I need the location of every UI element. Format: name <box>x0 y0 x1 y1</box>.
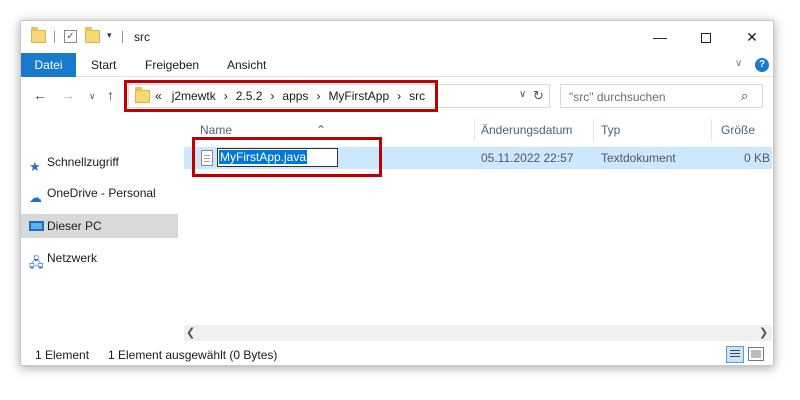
breadcrumb-item-src[interactable]: src <box>409 85 425 107</box>
sort-ascending-icon: ⌃ <box>316 123 327 137</box>
new-folder-icon[interactable] <box>85 27 100 43</box>
address-dropdown-chevron-icon[interactable]: ∨ <box>519 89 526 100</box>
navigation-bar: ← → ∨ ↑ « › j2mewtk › 2.5.2 › apps › MyF… <box>21 77 773 115</box>
status-selection: 1 Element ausgewählt (0 Bytes) <box>108 348 278 362</box>
breadcrumb-overflow[interactable]: « <box>155 85 162 107</box>
breadcrumb-separator[interactable]: › <box>397 85 401 107</box>
search-input[interactable]: "src" durchsuchen <box>569 90 666 104</box>
horizontal-scrollbar[interactable]: ❮ ❯ <box>184 325 772 341</box>
sidebar-item-netzwerk[interactable]: 🖧 Netzwerk <box>21 246 178 270</box>
details-view-icon[interactable] <box>726 346 744 363</box>
file-size: 0 KB <box>744 151 771 165</box>
breadcrumb-separator[interactable]: › <box>316 85 320 107</box>
column-header-name[interactable]: Name <box>200 123 232 137</box>
maximize-icon <box>701 33 711 44</box>
up-button[interactable]: ↑ <box>107 87 114 103</box>
column-divider[interactable] <box>711 119 712 141</box>
toolbar-separator <box>122 31 123 43</box>
toolbar-separator <box>54 31 55 43</box>
sidebar-item-label: Netzwerk <box>47 251 98 265</box>
tab-freigeben[interactable]: Freigeben <box>145 53 199 77</box>
quick-access-dropdown-icon[interactable]: ▾ <box>107 30 112 41</box>
column-header-modified[interactable]: Änderungsdatum <box>481 123 572 137</box>
sidebar-item-schnellzugriff[interactable]: ★ Schnellzugriff <box>21 150 178 174</box>
rename-input[interactable]: MyFirstApp.java <box>217 148 338 167</box>
close-button[interactable]: ✕ <box>729 21 775 53</box>
network-icon: 🖧 <box>29 255 44 270</box>
rename-input-text: MyFirstApp.java <box>219 150 308 164</box>
status-item-count: 1 Element <box>35 348 90 362</box>
sidebar-item-label: Schnellzugriff <box>47 155 119 169</box>
large-icons-view-icon[interactable] <box>748 347 764 361</box>
maximize-button[interactable] <box>683 21 729 53</box>
sidebar-item-label: OneDrive - Personal <box>47 186 156 200</box>
breadcrumb-item-apps[interactable]: apps <box>282 85 308 107</box>
file-type: Textdokument <box>601 151 676 165</box>
navigation-pane: ★ Schnellzugriff ☁ OneDrive - Personal D… <box>21 115 181 341</box>
tab-datei[interactable]: Datei <box>21 53 76 77</box>
file-row[interactable]: MyFirstApp.java 05.11.2022 22:57 Textdok… <box>184 147 772 169</box>
column-header-size[interactable]: Größe <box>721 123 755 137</box>
status-bar: 1 Element 1 Element ausgewählt (0 Bytes) <box>21 343 773 367</box>
ribbon-tabs: Datei Start Freigeben Ansicht ∨ ? <box>21 53 773 77</box>
column-header-type[interactable]: Typ <box>601 123 620 137</box>
tab-start[interactable]: Start <box>91 53 116 77</box>
folder-icon <box>31 27 46 43</box>
file-list: ⌃ Name Änderungsdatum Typ Größe MyFirstA… <box>184 115 772 341</box>
search-box[interactable]: "src" durchsuchen ⌕ <box>560 84 763 108</box>
cloud-icon: ☁ <box>29 190 42 205</box>
text-document-icon <box>201 150 213 166</box>
breadcrumb-separator[interactable]: › <box>224 85 228 107</box>
forward-button[interactable]: → <box>61 87 75 103</box>
column-divider[interactable] <box>474 119 475 141</box>
back-button[interactable]: ← <box>33 87 47 103</box>
breadcrumb-item-2-5-2[interactable]: 2.5.2 <box>236 85 263 107</box>
computer-icon <box>29 221 44 231</box>
scroll-left-icon[interactable]: ❮ <box>186 326 195 339</box>
breadcrumb: « › j2mewtk › 2.5.2 › apps › MyFirstApp … <box>155 85 425 107</box>
search-icon: ⌕ <box>741 88 749 103</box>
star-icon: ★ <box>29 159 41 174</box>
sidebar-item-onedrive[interactable]: ☁ OneDrive - Personal <box>21 181 178 205</box>
file-modified-date: 05.11.2022 22:57 <box>481 151 574 165</box>
minimize-button[interactable]: — <box>637 21 683 53</box>
scroll-right-icon[interactable]: ❯ <box>759 326 768 339</box>
recent-locations-chevron-icon[interactable]: ∨ <box>89 91 96 102</box>
tab-ansicht[interactable]: Ansicht <box>227 53 266 77</box>
properties-icon[interactable]: ✓ <box>64 30 77 43</box>
file-explorer-window: ✓ ▾ src — ✕ Datei Start Freigeben Ansich… <box>20 20 774 366</box>
column-divider[interactable] <box>593 119 594 141</box>
folder-icon <box>135 87 150 106</box>
sidebar-item-dieser-pc[interactable]: Dieser PC <box>21 214 178 238</box>
sidebar-item-label: Dieser PC <box>47 219 102 233</box>
window-title: src <box>134 30 150 44</box>
column-header-row: ⌃ Name Änderungsdatum Typ Größe <box>184 115 772 143</box>
address-bar[interactable]: « › j2mewtk › 2.5.2 › apps › MyFirstApp … <box>128 84 550 108</box>
refresh-icon[interactable]: ↻ <box>533 88 544 104</box>
breadcrumb-separator[interactable]: › <box>270 85 274 107</box>
breadcrumb-item-j2mewtk[interactable]: j2mewtk <box>172 85 216 107</box>
expand-ribbon-chevron-icon[interactable]: ∨ <box>735 58 742 69</box>
breadcrumb-item-myfirstapp[interactable]: MyFirstApp <box>328 85 389 107</box>
help-icon[interactable]: ? <box>755 58 769 72</box>
title-bar: ✓ ▾ src — ✕ <box>21 21 773 53</box>
